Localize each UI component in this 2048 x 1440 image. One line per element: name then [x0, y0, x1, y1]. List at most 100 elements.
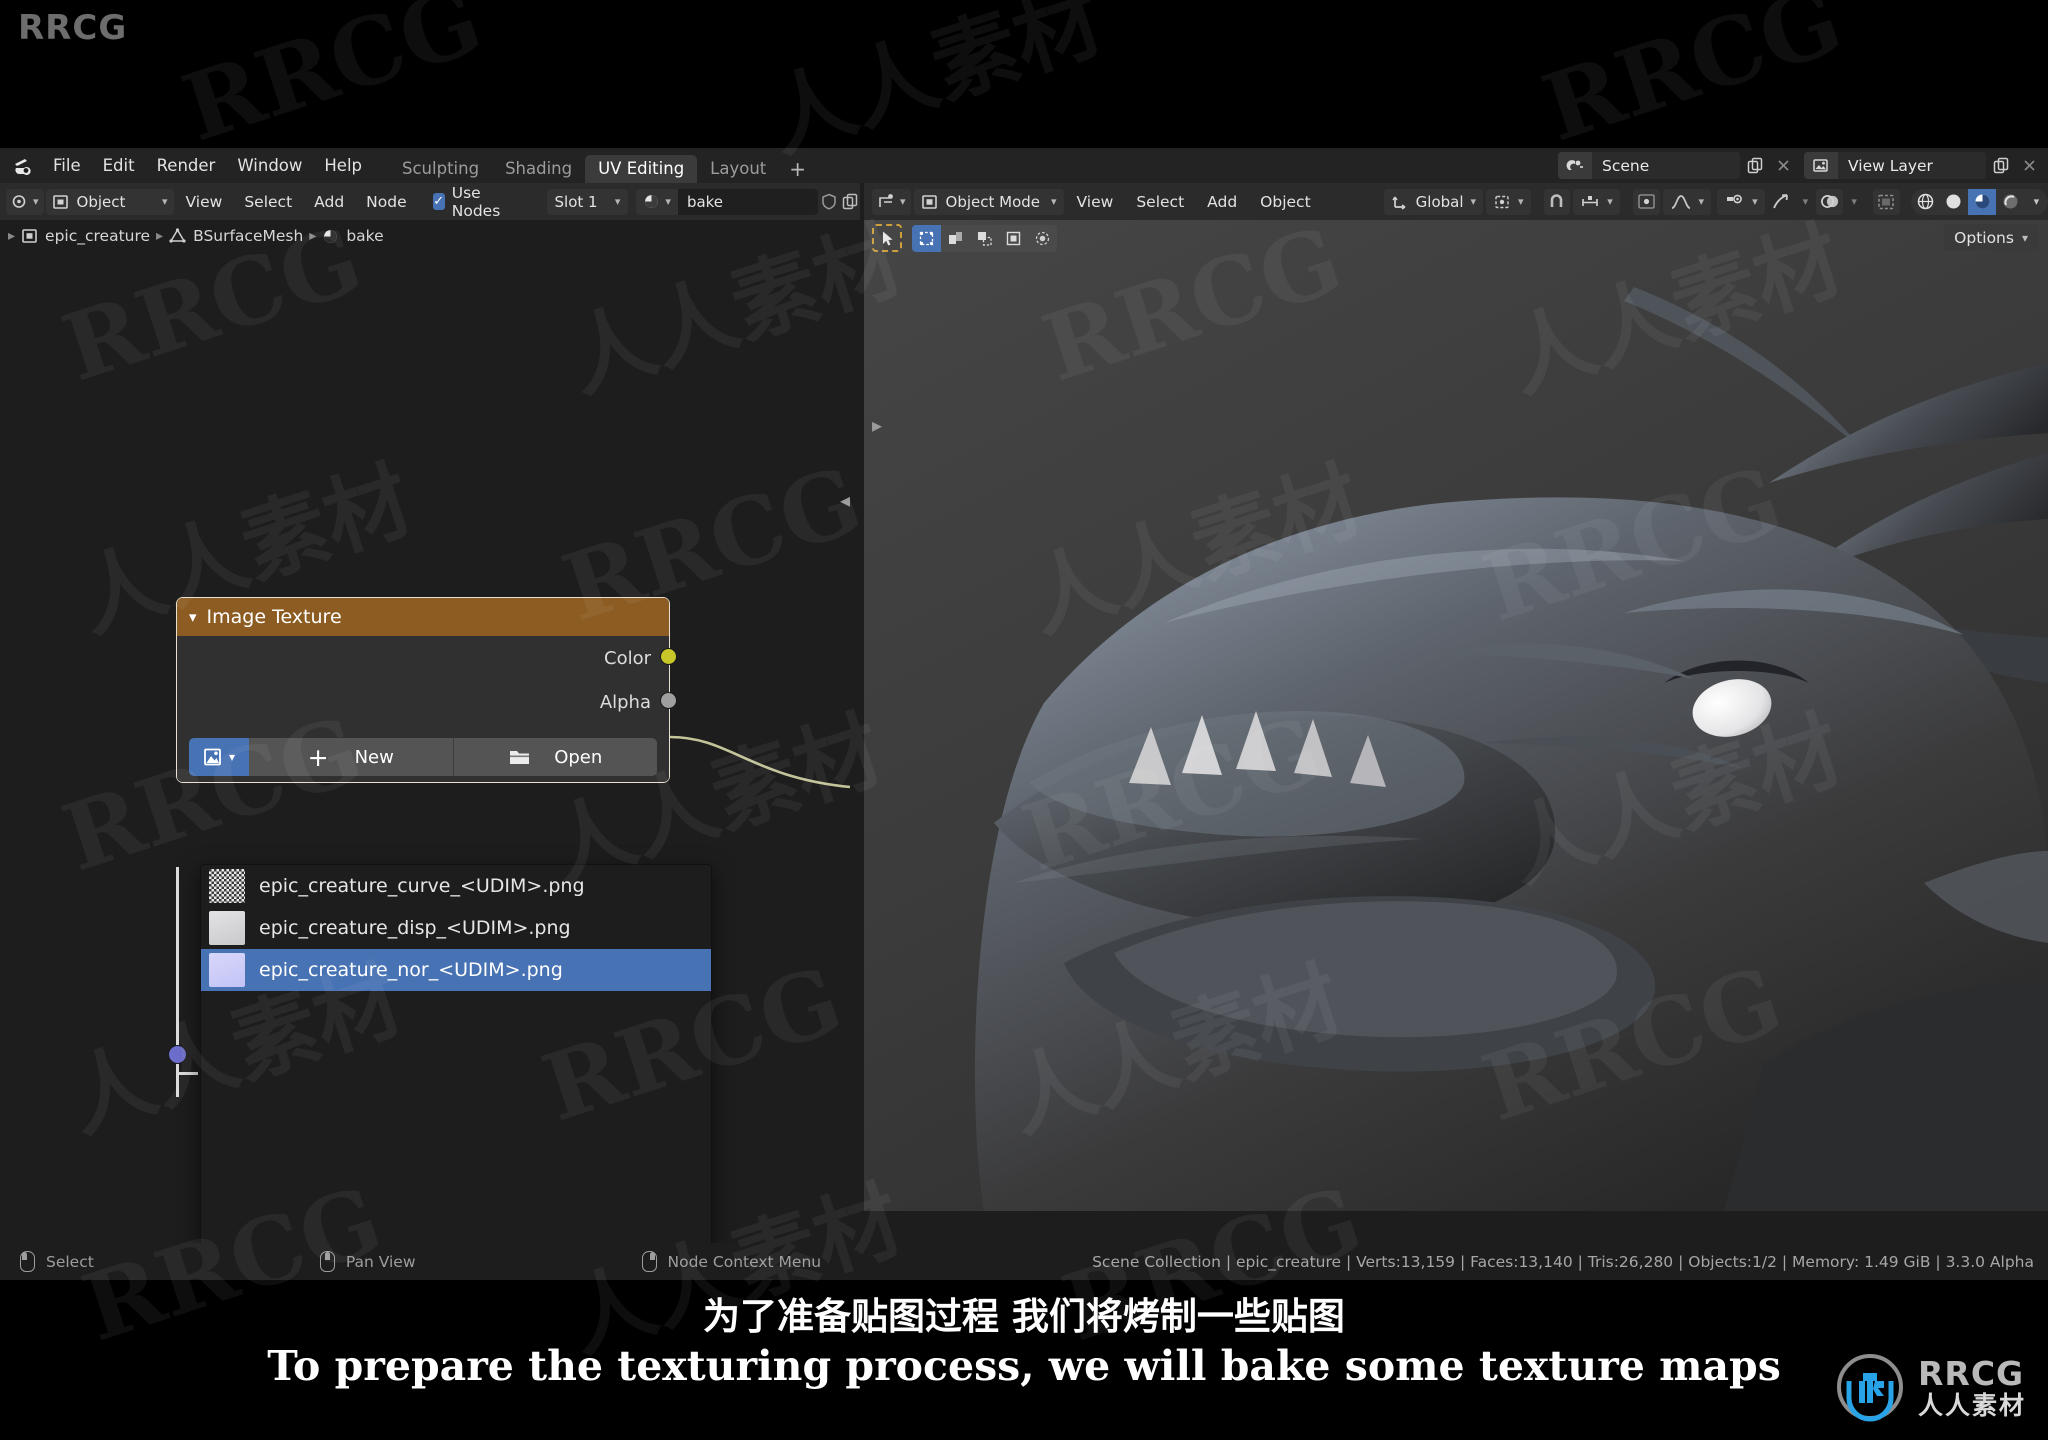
image-texture-node[interactable]: ▾ Image Texture Color Alpha ▾ + New Open	[176, 597, 677, 783]
view-layer-icon[interactable]	[1804, 152, 1838, 179]
remove-view-layer-button[interactable]	[2016, 152, 2042, 179]
use-nodes-checkbox[interactable]: ✓ Use Nodes	[432, 184, 511, 220]
node-output-alpha[interactable]: Alpha	[177, 680, 677, 724]
shading-mode-group: ▾	[1910, 188, 2048, 215]
pivot-point-icon	[1495, 195, 1509, 208]
breadcrumb-sep-1: ▸	[156, 228, 164, 244]
tweak-select-tool-icon[interactable]	[872, 224, 902, 252]
scene-icon[interactable]	[1558, 152, 1592, 179]
vertex-select-icon[interactable]	[912, 224, 941, 252]
node-menu-select[interactable]: Select	[234, 193, 302, 211]
uv-sync-icon[interactable]	[1028, 225, 1057, 252]
pivot-point-dropdown[interactable]: ▾	[1486, 188, 1531, 215]
list-item-label: epic_creature_curve_<UDIM>.png	[259, 875, 585, 897]
tab-uv-editing[interactable]: UV Editing	[585, 155, 698, 183]
tab-shading[interactable]: Shading	[492, 155, 585, 183]
3d-viewport[interactable]: ▾ Object Mode ▾ View Select Add Object G…	[864, 183, 2048, 1211]
menu-file[interactable]: File	[42, 153, 92, 179]
gizmo-icon[interactable]	[1768, 189, 1795, 215]
rendered-icon[interactable]	[1996, 189, 2025, 215]
scene-selector[interactable]: Scene	[1558, 152, 1740, 179]
list-item[interactable]: epic_creature_nor_<UDIM>.png	[201, 949, 711, 991]
breadcrumb: ▸ epic_creature ▸ BSurfaceMesh ▸ bake	[0, 220, 384, 252]
new-image-button[interactable]: + New	[249, 738, 453, 776]
proportional-edit-icon[interactable]	[1632, 188, 1660, 215]
viewport-menu-select[interactable]: Select	[1126, 193, 1194, 211]
list-item[interactable]: epic_creature_curve_<UDIM>.png	[201, 865, 711, 907]
new-view-layer-button[interactable]	[1988, 152, 2014, 179]
gizmo-dropdown[interactable]: ▾	[1797, 189, 1813, 215]
node-sidebar-toggle[interactable]: ◂	[840, 488, 850, 512]
scene-name[interactable]: Scene	[1592, 157, 1740, 175]
falloff-curve-dropdown[interactable]: ▾	[1662, 188, 1712, 215]
overlays-dropdown[interactable]: ▾	[1846, 189, 1862, 215]
node-menu-view[interactable]: View	[176, 193, 233, 211]
list-item[interactable]: epic_creature_disp_<UDIM>.png	[201, 907, 711, 949]
material-icon[interactable]: ▾	[636, 193, 678, 210]
breadcrumb-item-mesh[interactable]: BSurfaceMesh	[169, 227, 303, 245]
material-selector[interactable]: ▾ bake	[636, 188, 818, 215]
image-browse-button[interactable]: ▾	[189, 738, 249, 776]
material-name-field[interactable]: bake	[677, 188, 818, 215]
overlays-icon[interactable]	[1816, 188, 1844, 215]
view-layer-selector[interactable]: View Layer	[1804, 152, 1986, 179]
xray-icon[interactable]	[1873, 188, 1900, 215]
material-slot-dropdown[interactable]: Slot 1 ▾	[546, 188, 629, 215]
wireframe-icon[interactable]	[1911, 189, 1940, 215]
viewport-menu-object[interactable]: Object	[1250, 193, 1320, 211]
visibility-dropdown[interactable]: ▾	[1717, 188, 1765, 215]
chevron-down-icon: ▾	[614, 195, 621, 208]
fake-user-icon[interactable]	[820, 188, 839, 215]
transform-orientation-dropdown[interactable]: Global ▾	[1383, 188, 1484, 215]
chevron-down-icon[interactable]: ▾	[189, 608, 197, 626]
menu-edit[interactable]: Edit	[92, 153, 146, 179]
shader-type-dropdown[interactable]: Object ▾	[45, 188, 174, 215]
status-hint-label: Node Context Menu	[667, 1252, 822, 1271]
node-menu-add[interactable]: Add	[304, 193, 354, 211]
shading-dropdown[interactable]: ▾	[2025, 189, 2048, 215]
plus-icon: +	[307, 742, 329, 772]
open-image-button[interactable]: Open	[452, 738, 657, 776]
viewport-menu-add[interactable]: Add	[1197, 193, 1247, 211]
viewport-sidebar-toggle[interactable]: ▸	[872, 413, 882, 437]
status-bar: Select Pan View Node Context Menu Scene …	[0, 1243, 2048, 1280]
blender-logo-icon[interactable]	[8, 151, 42, 181]
add-workspace-button[interactable]: +	[779, 155, 816, 183]
tab-sculpting[interactable]: Sculpting	[389, 155, 492, 183]
mouse-left-icon	[20, 1251, 35, 1272]
duplicate-material-icon[interactable]	[841, 188, 860, 215]
new-scene-button[interactable]	[1742, 152, 1768, 179]
node-menu-node[interactable]: Node	[356, 193, 416, 211]
snap-to-dropdown[interactable]: ▾	[1573, 188, 1620, 215]
solid-icon[interactable]	[1939, 189, 1968, 215]
node-output-color[interactable]: Color	[177, 636, 677, 680]
node-canvas[interactable]: ▾ Image Texture Color Alpha ▾ + New Open…	[0, 252, 860, 1342]
mode-dropdown[interactable]: Object Mode ▾	[913, 188, 1064, 215]
material-preview-icon[interactable]	[1967, 188, 1997, 215]
shader-node-editor: ▾ Object ▾ View Select Add Node ✓ Use No…	[0, 183, 860, 1342]
menu-render[interactable]: Render	[146, 153, 227, 179]
snap-magnet-icon[interactable]	[1543, 188, 1571, 215]
material-slot-label: Slot 1	[554, 192, 598, 211]
vector-input-socket[interactable]	[168, 1045, 187, 1064]
scene-statistics: Scene Collection | epic_creature | Verts…	[1092, 1252, 2034, 1271]
viewport-options-button[interactable]: Options ▾	[1944, 224, 2038, 251]
breadcrumb-item-material[interactable]: bake	[322, 227, 384, 245]
node-header[interactable]: ▾ Image Texture	[177, 598, 669, 636]
remove-scene-button[interactable]	[1770, 152, 1796, 179]
viewport-header: ▾ Object Mode ▾ View Select Add Object G…	[864, 183, 2048, 220]
socket-color[interactable]	[660, 648, 677, 665]
menu-help[interactable]: Help	[313, 153, 373, 179]
socket-alpha[interactable]	[660, 692, 677, 709]
face-select-icon[interactable]	[970, 225, 999, 252]
editor-type-selector[interactable]: ▾	[6, 188, 44, 215]
viewport-menu-view[interactable]: View	[1067, 193, 1124, 211]
editor-type-selector-3d[interactable]: ▾	[872, 188, 911, 215]
tab-layout[interactable]: Layout	[697, 155, 779, 183]
view-layer-name[interactable]: View Layer	[1838, 157, 1986, 175]
edge-select-icon[interactable]	[941, 225, 970, 252]
menu-window[interactable]: Window	[226, 153, 313, 179]
chevron-down-icon: ▾	[162, 195, 168, 208]
breadcrumb-item-object[interactable]: epic_creature	[21, 227, 150, 245]
island-select-icon[interactable]	[999, 225, 1028, 252]
